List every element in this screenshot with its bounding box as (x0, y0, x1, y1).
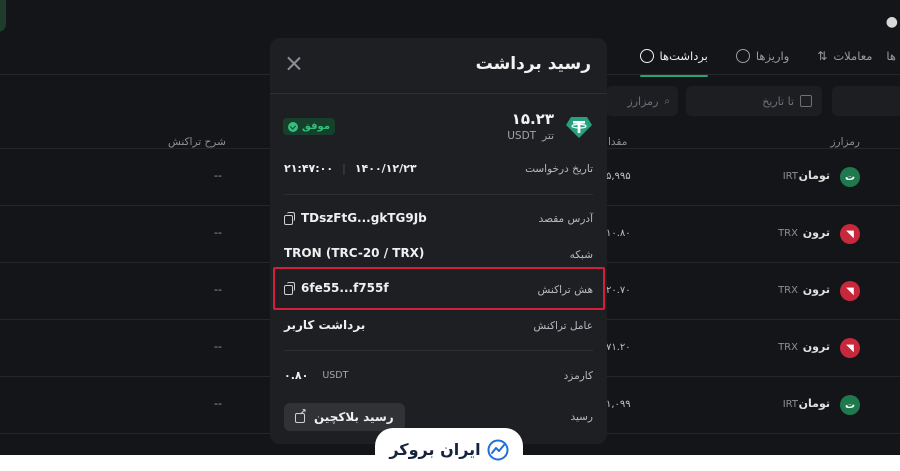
copy-icon[interactable] (284, 282, 295, 295)
brand-watermark: ایران بروکر (375, 428, 523, 471)
header-amount: مقدا (608, 136, 628, 148)
history-tabs: ها ⇅ معاملات واریزها برداشت‌ها (639, 38, 900, 77)
divider (284, 350, 593, 351)
network-label: شبکه (569, 249, 593, 261)
transaction-hash: 6fe55...f755f (284, 281, 389, 295)
tab-deposits[interactable]: واریزها (735, 41, 789, 71)
deposit-icon (735, 49, 750, 63)
tron-icon: ◥ (840, 338, 860, 358)
agent-label: عامل تراکنش (533, 320, 593, 332)
tab-other[interactable]: ها (886, 41, 896, 71)
modal-title: رسید برداشت (475, 54, 591, 74)
agent-value: برداشت کاربر (284, 318, 366, 332)
network-value: TRON (TRC-20 / TRX) (284, 246, 425, 260)
request-datetime: ۲۱:۴۷:۰۰ | ۱۴۰۰/۱۲/۲۳ (284, 162, 417, 175)
external-link-icon (295, 408, 307, 423)
blockchain-receipt-button[interactable]: رسید بلاکچین (284, 403, 405, 431)
destination-label: آدرس مقصد (538, 213, 593, 225)
tron-icon: ◥ (840, 281, 860, 301)
tron-icon: ◥ (840, 224, 860, 244)
close-icon[interactable] (284, 54, 304, 74)
tether-icon (566, 117, 592, 138)
search-icon: ⌕ (664, 95, 670, 107)
status-badge: موفق (283, 118, 336, 135)
withdraw-amount: ۱۵.۲۳ (511, 110, 554, 128)
copy-icon[interactable] (284, 212, 295, 225)
withdrawal-receipt-modal: رسید برداشت ۱۵.۲۳ تترUSDT موفق تاریخ درخ… (270, 38, 607, 444)
calendar-icon (800, 95, 812, 107)
brand-logo-icon (487, 439, 509, 460)
divider (270, 93, 607, 94)
header-desc: شرح تراکنش (168, 136, 226, 148)
brand-name: ایران بروکر (389, 440, 481, 459)
trades-icon: ⇅ (817, 49, 828, 63)
request-date-label: تاریخ درخواست (525, 163, 593, 175)
corner-decoration (0, 0, 6, 32)
withdraw-icon (639, 49, 654, 63)
tab-withdrawals[interactable]: برداشت‌ها (639, 41, 709, 77)
header-coin: رمزارز (830, 136, 860, 148)
toman-icon: ت (840, 167, 860, 187)
menu-dot-icon[interactable]: ● (886, 14, 898, 30)
hash-label: هش تراکنش (537, 284, 593, 296)
toman-icon: ت (840, 395, 860, 415)
divider (284, 194, 593, 195)
coin-filter[interactable]: رمزارز ⌕ (606, 86, 678, 116)
date-to-filter[interactable]: تا تاریخ (686, 86, 822, 116)
check-icon (288, 121, 298, 132)
fee-value: ۰.۸۰ USDT (284, 369, 349, 382)
receipt-label: رسید (570, 411, 593, 423)
amount-unit: تترUSDT (507, 130, 554, 142)
tab-trades[interactable]: ⇅ معاملات (817, 41, 872, 71)
filter-extra[interactable] (832, 86, 900, 116)
fee-label: کارمزد (563, 370, 593, 382)
destination-address: TDszFtG...gkTG9Jb (284, 211, 427, 225)
